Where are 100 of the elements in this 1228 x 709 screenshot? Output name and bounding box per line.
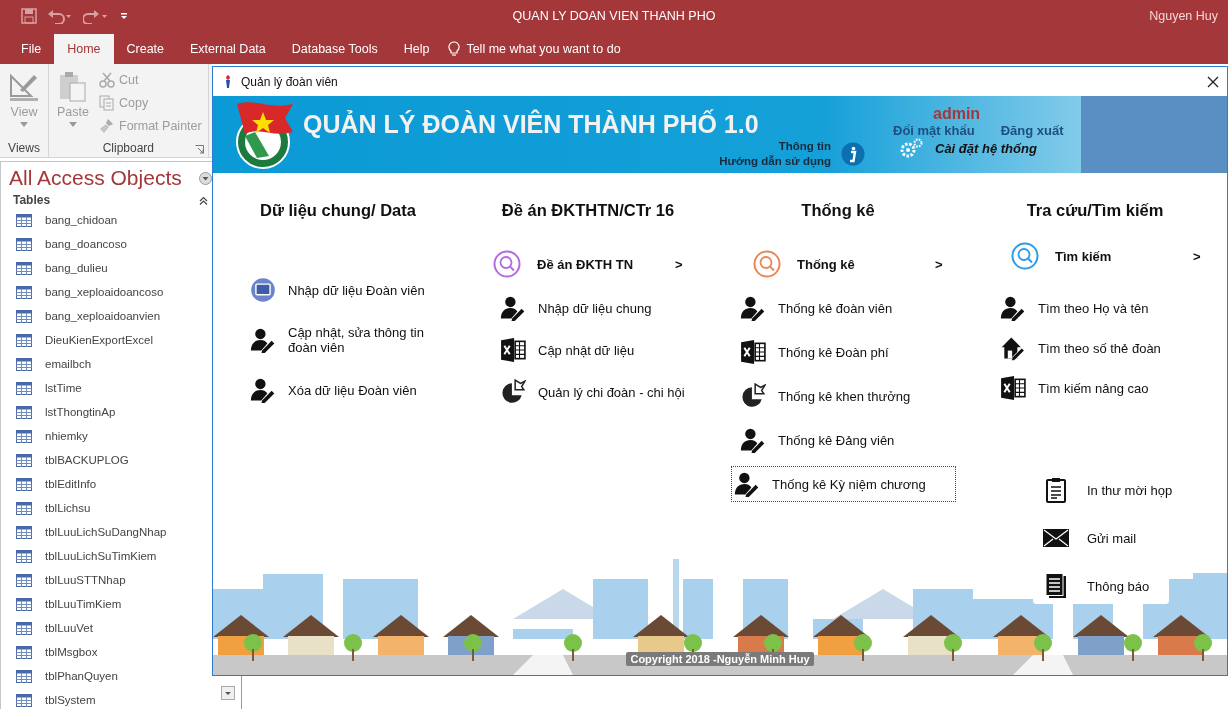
pie-chart-icon [500, 379, 526, 405]
menu-button[interactable]: Cập nhật dữ liệu [495, 332, 640, 368]
copyright-text: Copyright 2018 -Nguyễn Minh Huy [626, 652, 814, 666]
table-item[interactable]: tblEditInfo [1, 472, 212, 496]
table-item[interactable]: tblSystem [1, 688, 212, 709]
menu-button[interactable]: Gửi mail [1033, 520, 1183, 556]
table-item[interactable]: tblPhanQuyen [1, 664, 212, 688]
window-title: QUAN LY DOAN VIEN THANH PHO [512, 9, 716, 23]
table-icon [16, 573, 32, 587]
dropdown-circle-icon[interactable] [199, 171, 212, 185]
help-link[interactable]: Thông tin [778, 139, 831, 154]
table-icon [16, 645, 32, 659]
form-title: Quản lý đoàn viên [241, 74, 339, 89]
ribbon-tab[interactable]: File [8, 34, 55, 64]
section-heading: Thống kê [801, 201, 875, 220]
table-item[interactable]: bang_chidoan [1, 208, 212, 232]
save-icon[interactable] [21, 8, 37, 24]
table-icon [16, 597, 32, 611]
table-item[interactable]: tblMsgbox [1, 640, 212, 664]
menu-button[interactable]: Thống kê Đảng viên [735, 422, 900, 458]
menu-button[interactable]: Thống kê khen thưởng [735, 378, 916, 414]
customize-caret-icon[interactable] [119, 11, 129, 21]
menu-button[interactable]: Thống kê đoàn viên [735, 290, 898, 326]
tell-me-field[interactable]: Tell me what you want to do [466, 42, 647, 56]
menu-button[interactable]: Đề án ĐKTH TN > [493, 246, 683, 282]
caret-icon [69, 122, 77, 127]
ribbon-tab[interactable]: Create [113, 34, 178, 64]
table-icon [16, 525, 32, 539]
table-item[interactable]: nhiemky [1, 424, 212, 448]
settings-link[interactable]: Cài đặt hệ thống [935, 140, 1037, 156]
table-item[interactable]: tblLuuTimKiem [1, 592, 212, 616]
dialog-launcher-icon[interactable] [194, 145, 204, 154]
menu-button[interactable]: Thống kê Đoàn phí [735, 334, 894, 370]
table-item[interactable]: tblLuuSTTNhap [1, 568, 212, 592]
table-item[interactable]: emailbch [1, 352, 212, 376]
table-item[interactable]: tblLuuVet [1, 616, 212, 640]
table-icon [16, 381, 32, 395]
user-name: Nguyen Huy [1149, 9, 1219, 23]
table-icon [16, 357, 32, 371]
scissors-icon [99, 71, 115, 88]
table-item[interactable]: DieuKienExportExcel [1, 328, 212, 352]
menu-button[interactable]: Nhập dữ liệu chung [495, 290, 657, 326]
help-link[interactable]: Hướng dẫn sử dụng [719, 154, 831, 169]
table-item[interactable]: bang_doancoso [1, 232, 212, 256]
logout-link[interactable]: Đăng xuất [1000, 123, 1064, 138]
menu-button[interactable]: Tìm theo Họ và tên [995, 290, 1154, 326]
person-pencil-icon [500, 295, 526, 321]
person-pencil-icon [250, 377, 276, 403]
user-name: admin [933, 105, 982, 123]
table-icon [16, 501, 32, 515]
section-heading: Dữ liệu chung/ Data [260, 201, 416, 220]
table-item[interactable]: bang_xeploaidoancoso [1, 280, 212, 304]
lightbulb-icon [448, 41, 461, 57]
table-icon [16, 477, 32, 491]
close-icon[interactable] [1207, 75, 1219, 88]
scroll-down-button[interactable] [221, 685, 235, 700]
menu-button[interactable]: Xóa dữ liệu Đoàn viên [245, 372, 455, 408]
spreadsheet-icon [740, 339, 766, 365]
ribbon-tab[interactable]: Help [390, 34, 443, 64]
ribbon-tab[interactable]: Database Tools [278, 34, 391, 64]
table-item[interactable]: bang_dulieu [1, 256, 212, 280]
group-label: Views [8, 141, 40, 155]
app-banner-title: QUẢN LÝ ĐOÀN VIÊN THÀNH PHỐ 1.0 [303, 110, 760, 139]
undo-icon[interactable] [47, 8, 73, 24]
table-item[interactable]: tblLichsu [1, 496, 212, 520]
menu-button[interactable]: Tìm kiếm > [1011, 238, 1201, 274]
menu-button[interactable]: Tìm kiếm nâng cao [995, 370, 1154, 406]
table-item[interactable]: tblLuuLichSuTimKiem [1, 544, 212, 568]
table-icon [16, 213, 32, 227]
menu-button[interactable]: Thống kê Kỳ niệm chương [731, 466, 956, 502]
table-icon [16, 261, 32, 275]
copy-icon [99, 94, 115, 111]
menu-button[interactable]: Tìm theo số thẻ đoàn [995, 330, 1166, 366]
torch-icon [223, 74, 233, 89]
menu-button[interactable]: Cập nhật, sửa thông tin đoàn viên [245, 322, 455, 358]
table-icon [16, 453, 32, 467]
table-item[interactable]: tblBACKUPLOG [1, 448, 212, 472]
info-icon[interactable] [841, 142, 865, 166]
table-item[interactable]: lstTime [1, 376, 212, 400]
table-item[interactable]: lstThongtinAp [1, 400, 212, 424]
table-icon [16, 405, 32, 419]
person-pencil-icon [740, 427, 766, 453]
menu-button[interactable]: In thư mời họp [1033, 472, 1183, 508]
table-icon [16, 309, 32, 323]
pie-chart-icon [740, 383, 766, 409]
table-item[interactable]: tblLuuLichSuDangNhap [1, 520, 212, 544]
menu-button[interactable]: Thống kê > [753, 246, 943, 282]
pane-title: All Access Objects [9, 166, 182, 190]
spreadsheet-icon [500, 337, 526, 363]
section-header[interactable]: Tables [1, 192, 212, 208]
ribbon-tab[interactable]: External Data [177, 34, 279, 64]
table-item[interactable]: bang_xeploaidoanvien [1, 304, 212, 328]
clipboard-icon [57, 70, 89, 102]
redo-icon[interactable] [83, 8, 109, 24]
menu-button[interactable]: Nhập dữ liệu Đoàn viên [245, 272, 455, 308]
ribbon-tab[interactable]: Home [54, 34, 114, 64]
table-icon [16, 669, 32, 683]
menu-button[interactable]: Quản lý chi đoàn - chi hội [495, 374, 690, 410]
gears-icon[interactable] [899, 138, 923, 158]
table-icon [16, 549, 32, 563]
